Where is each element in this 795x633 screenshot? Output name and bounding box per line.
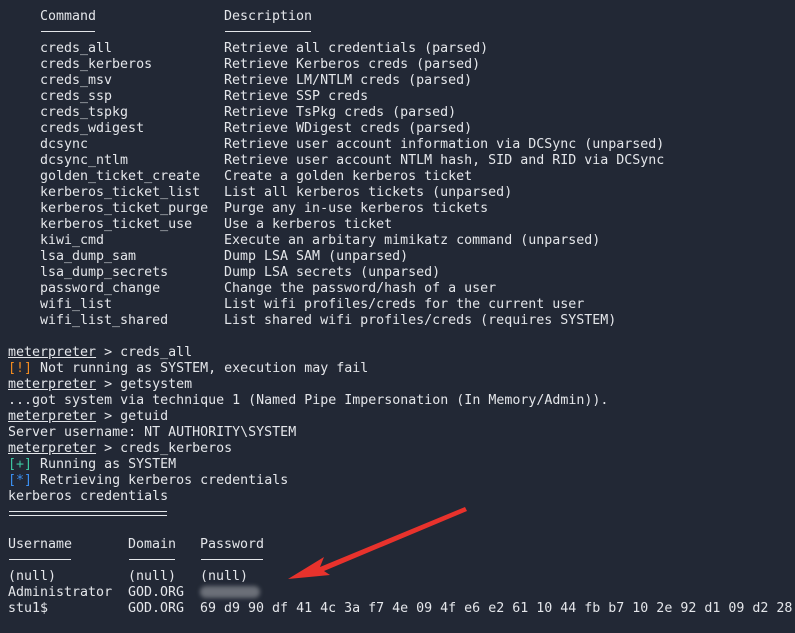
help-row: wifi_list List wifi profiles/creds for th… [0, 297, 795, 313]
command-name: kiwi_cmd [40, 233, 105, 248]
help-row: lsa_dump_secrets Dump LSA secrets (unpars… [0, 265, 795, 281]
username: (null) [8, 569, 57, 584]
info-line: [*] Retrieving kerberos credentials [8, 473, 289, 488]
command-description: Change the password/hash of a user [224, 281, 497, 296]
command-description: Retrieve all credentials (parsed) [224, 41, 489, 56]
command-description: List wifi profiles/creds for the current… [224, 297, 585, 312]
command-description: Purge any in-use kerberos tickets [224, 201, 489, 216]
prompt-line: meterpreter > getsystem [8, 377, 193, 392]
help-row: password_change Change the password/hash … [0, 281, 795, 297]
command-description: Retrieve TsPkg creds (parsed) [224, 105, 457, 120]
domain: (null) [128, 569, 177, 584]
divider [225, 31, 311, 32]
command-name: lsa_dump_sam [40, 249, 137, 264]
command-description: Retrieve WDigest creds (parsed) [224, 121, 473, 136]
divider [9, 559, 71, 560]
command-description: Retrieve LM/NTLM creds (parsed) [224, 73, 473, 88]
redacted-password [200, 585, 260, 601]
arrow-icon [288, 507, 467, 579]
annotation-arrow [288, 507, 467, 579]
divider [41, 31, 95, 32]
command-description: Dump LSA SAM (unparsed) [224, 249, 409, 264]
command-name: creds_kerberos [40, 57, 153, 72]
divider [201, 559, 263, 560]
command-description: Retrieve Kerberos creds (parsed) [224, 57, 481, 72]
domain: GOD.ORG [128, 601, 185, 616]
password: (null) [200, 569, 249, 584]
section-title: kerberos credentials [8, 489, 169, 504]
help-row: kerberos_ticket_purge Purge any in-use ke… [0, 201, 795, 217]
command-name: lsa_dump_secrets [40, 265, 169, 280]
username: stu1$ [8, 601, 49, 616]
help-row: kerberos_ticket_list List all kerberos ti… [0, 185, 795, 201]
command-description: Dump LSA secrets (unparsed) [224, 265, 441, 280]
header-description: Description [224, 9, 313, 24]
username: Administrator [8, 585, 113, 600]
help-row: lsa_dump_sam Dump LSA SAM (unparsed) [0, 249, 795, 265]
command-name: creds_tspkg [40, 105, 129, 120]
help-row: creds_all Retrieve all credentials (parse… [0, 41, 795, 57]
password: 69 d9 90 df 41 4c 3a f7 4e 09 4f e6 e2 6… [200, 601, 793, 616]
prompt-line: meterpreter > creds_kerberos [8, 441, 233, 456]
output-line: Server username: NT AUTHORITY\SYSTEM [8, 425, 297, 440]
help-header-underline [0, 25, 795, 41]
success-line: [+] Running as SYSTEM [8, 457, 177, 472]
command-name: creds_ssp [40, 89, 113, 104]
header-command: Command [40, 9, 97, 24]
command-name: dcsync_ntlm [40, 153, 129, 168]
help-row: golden_ticket_create Create a golden kerb… [0, 169, 795, 185]
command-name: creds_msv [40, 73, 113, 88]
command-description: List shared wifi profiles/creds (require… [224, 313, 617, 328]
help-row: creds_ssp Retrieve SSP creds [0, 89, 795, 105]
command-description: List all kerberos tickets (unparsed) [224, 185, 513, 200]
command-description: Retrieve user account NTLM hash, SID and… [224, 153, 665, 168]
command-description: Execute an arbitary mimikatz command (un… [224, 233, 601, 248]
header-username: Username [8, 537, 73, 552]
command-name: wifi_list_shared [40, 313, 169, 328]
header-domain: Domain [128, 537, 177, 552]
help-row: creds_msv Retrieve LM/NTLM creds (parsed) [0, 73, 795, 89]
help-row: dcsync Retrieve user account information … [0, 137, 795, 153]
command-description: Retrieve SSP creds [224, 89, 369, 104]
command-name: password_change [40, 281, 161, 296]
creds-row: stu1$ GOD.ORG 69 d9 90 df 41 4c 3a f7 4e 0… [0, 601, 795, 617]
domain: GOD.ORG [128, 585, 185, 600]
help-row: kerberos_ticket_use Use a kerberos ticket [0, 217, 795, 233]
help-rows: creds_all Retrieve all credentials (parse… [0, 41, 795, 329]
help-row: creds_tspkg Retrieve TsPkg creds (parsed) [0, 105, 795, 121]
divider [9, 511, 167, 516]
output-line: ...got system via technique 1 (Named Pip… [8, 393, 609, 408]
help-row: wifi_list_shared List shared wifi profile… [0, 313, 795, 329]
command-name: dcsync [40, 137, 89, 152]
command-name: kerberos_ticket_use [40, 217, 193, 232]
help-row: dcsync_ntlm Retrieve user account NTLM ha… [0, 153, 795, 169]
warning-line: [!] Not running as SYSTEM, execution may… [8, 361, 369, 376]
divider [129, 559, 175, 560]
command-name: golden_ticket_create [40, 169, 201, 184]
command-name: kerberos_ticket_list [40, 185, 201, 200]
command-description: Use a kerberos ticket [224, 217, 393, 232]
command-description: Retrieve user account information via DC… [224, 137, 665, 152]
command-name: creds_all [40, 41, 113, 56]
command-name: kerberos_ticket_purge [40, 201, 209, 216]
command-description: Create a golden kerberos ticket [224, 169, 473, 184]
help-row: creds_kerberos Retrieve Kerberos creds (p… [0, 57, 795, 73]
command-name: wifi_list [40, 297, 113, 312]
command-name: creds_wdigest [40, 121, 145, 136]
prompt-line: meterpreter > getuid [8, 409, 169, 424]
help-row: creds_wdigest Retrieve WDigest creds (par… [0, 121, 795, 137]
prompt-line: meterpreter > creds_all [8, 345, 193, 360]
help-row: kiwi_cmd Execute an arbitary mimikatz com… [0, 233, 795, 249]
help-header: Command Description [0, 9, 795, 25]
header-password: Password [200, 537, 265, 552]
